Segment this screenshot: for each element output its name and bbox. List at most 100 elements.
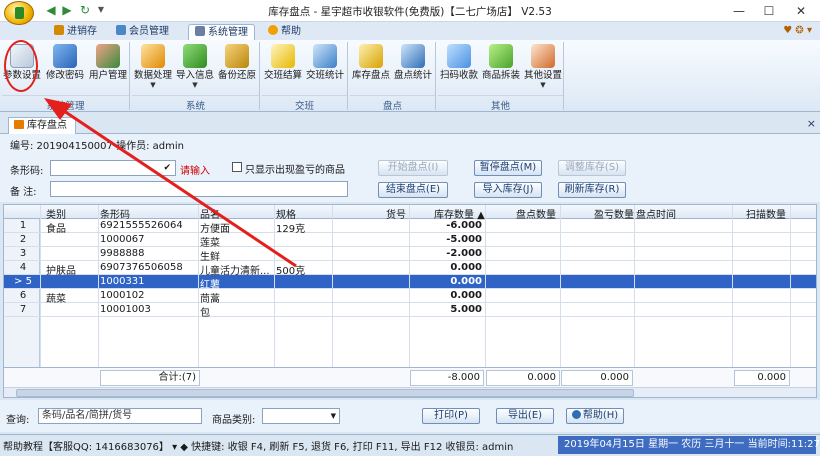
barcode-hint: 请输入 [180, 166, 210, 177]
product-split-button[interactable]: 商品拆装 [480, 42, 522, 94]
button-label: 备份还原 [217, 70, 256, 81]
cell-stock: 0.000 [450, 290, 482, 301]
other-settings-icon [531, 44, 555, 68]
data-processing-button[interactable]: 数据处理 ▼ [132, 42, 174, 94]
category-label: 商品类别: [212, 415, 256, 426]
title-bar: ◀ ▶ ↻ ▼ 库存盘点 - 星宇超市收银软件(免费版)【二七广场店】 V2.5… [0, 0, 820, 25]
barcode-input[interactable]: ✔ [50, 160, 176, 176]
help-button[interactable]: 帮助(H) [566, 408, 624, 424]
backup-restore-button[interactable]: 备份还原 [216, 42, 258, 94]
total-count: 合计:(7) [100, 370, 200, 386]
button-label: 帮助(H) [582, 410, 619, 421]
scan-total: 0.000 [734, 370, 790, 386]
finish-stocktake-button[interactable]: 结束盘点(E) [378, 182, 448, 198]
close-button[interactable]: ✕ [790, 2, 812, 20]
statistics-icon [313, 44, 337, 68]
row-number: > 5 [14, 276, 32, 287]
cell-stock: 0.000 [450, 262, 482, 273]
horizontal-scrollbar[interactable] [4, 387, 816, 397]
close-tab-icon[interactable]: × [807, 117, 816, 130]
user-management-button[interactable]: 用户管理 [88, 42, 128, 94]
group-label: 系统管理 [2, 95, 129, 112]
members-icon [116, 25, 126, 35]
tab-label: 进销存 [67, 26, 97, 37]
system-icon [195, 26, 205, 36]
dropdown-arrow-icon: ▼ [192, 81, 198, 89]
only-diff-label: 只显示出现盈亏的商品 [245, 165, 345, 176]
group-stocktake: 库存盘点 盘点统计 盘点 [350, 42, 436, 112]
import-icon [183, 44, 207, 68]
query-label: 查询: [6, 415, 30, 426]
minimize-button[interactable]: — [728, 2, 750, 20]
stocktake-tab-icon [14, 120, 24, 129]
qr-code-icon [447, 44, 471, 68]
stocktake-button[interactable]: 库存盘点 [350, 42, 392, 94]
table-row[interactable]: 7 10001003 包 5.000 [4, 303, 816, 319]
category-select[interactable]: ▼ [262, 408, 340, 424]
scan-payment-button[interactable]: 扫码收款 [438, 42, 480, 94]
tab-stocktake[interactable]: 库存盘点 [8, 117, 76, 134]
other-settings-button[interactable]: 其他设置 ▼ [522, 42, 564, 94]
ribbon-options-icon[interactable]: ♥ ❂ ▾ [783, 25, 812, 36]
only-diff-checkbox[interactable] [232, 162, 242, 172]
row-number: 3 [19, 248, 27, 259]
import-info-button[interactable]: 导入信息 ▼ [174, 42, 216, 94]
table-row[interactable]: 3 9988888 生鲜 -2.000 [4, 247, 816, 263]
scrollbar-thumb[interactable] [16, 389, 634, 397]
group-other: 扫码收款 商品拆装 其他设置 ▼ 其他 [438, 42, 564, 112]
data-processing-icon [141, 44, 165, 68]
stock-total: -8.000 [410, 370, 484, 386]
button-label: 交班结算 [263, 70, 302, 81]
query-input[interactable]: 条码/品名/简拼/货号 [38, 408, 202, 424]
table-row[interactable]: 1 食品 6921555526064 方便面 129克 -6.000 [4, 219, 816, 235]
tab-label: 帮助 [281, 26, 301, 37]
tab-label: 会员管理 [129, 26, 169, 37]
shift-settlement-button[interactable]: 交班结算 [262, 42, 304, 94]
dropdown-check-icon[interactable]: ✔ [163, 161, 171, 175]
stocktake-statistics-button[interactable]: 盘点统计 [392, 42, 434, 94]
change-password-button[interactable]: 修改密码 [44, 42, 86, 94]
highlight-circle [4, 40, 38, 92]
stock-grid: 类别 条形码 品名 规格 货号 库存数量 ▲ 盘点数量 盈亏数量 盘点时间 扫描… [3, 204, 817, 398]
cell-stock: -6.000 [446, 220, 482, 231]
tab-inventory[interactable]: 进销存 [48, 24, 103, 40]
print-button[interactable]: 打印(P) [422, 408, 480, 424]
app-menu-button[interactable] [4, 1, 34, 25]
table-row[interactable]: 2 1000067 莲菜 -5.000 [4, 233, 816, 249]
cell-stock: 5.000 [450, 304, 482, 315]
tab-system[interactable]: 系统管理 [188, 24, 255, 40]
row-number: 6 [19, 290, 27, 301]
table-row[interactable]: > 5 1000331 红薯 0.000 [4, 275, 816, 291]
group-shift: 交班结算 交班统计 交班 [262, 42, 348, 112]
tab-help[interactable]: 帮助 [262, 24, 307, 40]
doc-info: 编号: 201904150007 操作员: admin [10, 141, 184, 152]
ribbon: 参数设置 修改密码 用户管理 系统管理 数据处理 ▼ 导入信息 ▼ 备份还原 系统 … [0, 40, 820, 112]
check-total: 0.000 [486, 370, 560, 386]
cell-barcode: 1000331 [100, 276, 145, 287]
inventory-icon [54, 25, 64, 35]
stocktake-form: 编号: 201904150007 操作员: admin 条形码: ✔ 请输入 只… [0, 134, 820, 202]
adjust-stock-button[interactable]: 调整库存(S) [558, 160, 626, 176]
note-input[interactable] [50, 181, 348, 197]
tab-label: 系统管理 [208, 27, 248, 38]
row-number: 4 [19, 262, 27, 273]
refresh-stock-button[interactable]: 刷新库存(R) [558, 182, 626, 198]
split-icon [489, 44, 513, 68]
cell-barcode: 10001003 [100, 304, 151, 315]
pause-stocktake-button[interactable]: 暂停盘点(M) [474, 160, 542, 176]
import-stock-button[interactable]: 导入库存(J) [474, 182, 542, 198]
export-button[interactable]: 导出(E) [496, 408, 554, 424]
button-label: 盘点统计 [393, 70, 432, 81]
dropdown-arrow-icon: ▼ [540, 81, 546, 89]
cell-stock: 0.000 [450, 276, 482, 287]
table-row[interactable]: 4 护肤品 6907376506058 儿童活力清新... 500克 0.000 [4, 261, 816, 277]
cell-stock: -2.000 [446, 248, 482, 259]
cell-stock: -5.000 [446, 234, 482, 245]
diff-total: 0.000 [561, 370, 633, 386]
maximize-button[interactable]: ☐ [758, 2, 780, 20]
table-row[interactable]: 6 蔬菜 1000102 茼蒿 0.000 [4, 289, 816, 305]
tab-members[interactable]: 会员管理 [110, 24, 175, 40]
start-stocktake-button[interactable]: 开始盘点(I) [378, 160, 448, 176]
status-bar: 帮助教程【客服QQ: 1416683076】 ▾ ◆ 快捷键: 收银 F4, 刷… [0, 434, 820, 456]
shift-statistics-button[interactable]: 交班统计 [304, 42, 346, 94]
